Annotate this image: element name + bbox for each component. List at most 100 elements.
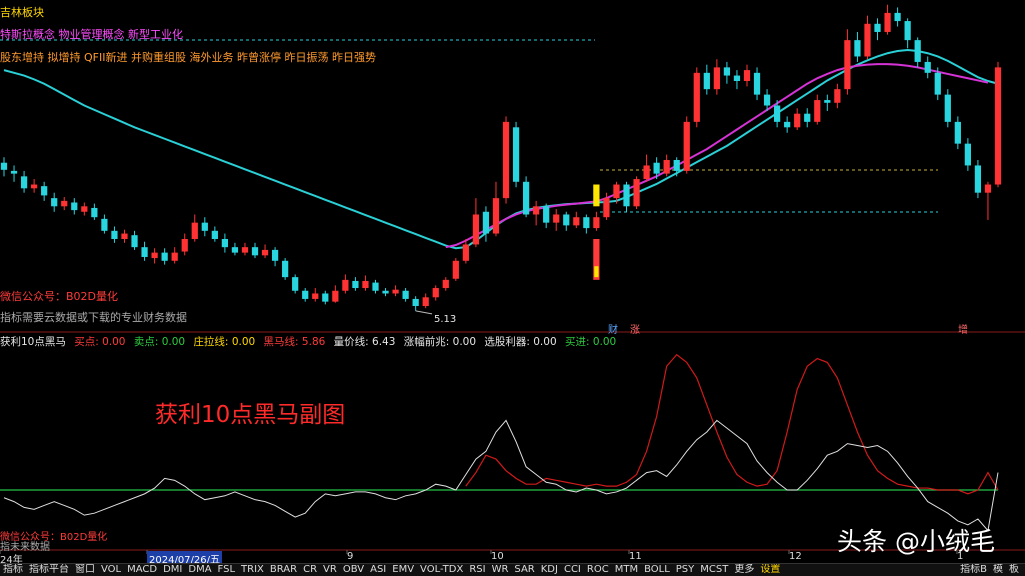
candle-body (994, 67, 1002, 185)
tab-5[interactable]: DMI (160, 564, 185, 576)
candle-body (10, 170, 18, 174)
date-label-month-9: 9 (347, 551, 354, 562)
indicator-tab-bar: 指标 指标平台 窗口 VOL MACD DMI DMA FSL TRIX BRAR CR VR OBV A… (0, 563, 1025, 576)
tab-25[interactable]: MCST (697, 564, 731, 576)
candle-body (161, 252, 168, 261)
candle-body (713, 67, 720, 90)
event-marker-increase[interactable]: 增 (958, 321, 968, 336)
tab-2[interactable]: 窗口 (72, 564, 98, 576)
date-label-month-1: 1 (957, 551, 964, 562)
tab-right-2[interactable]: 板 (1006, 564, 1022, 576)
candle-body (432, 288, 439, 298)
candle-body (663, 160, 670, 174)
stock-chart[interactable] (0, 0, 1025, 575)
candle-body (543, 206, 550, 223)
candle-body (944, 94, 951, 122)
tab-6[interactable]: DMA (185, 564, 214, 576)
candle-body (904, 21, 911, 41)
tab-1[interactable]: 指标平台 (26, 564, 72, 576)
tab-14[interactable]: EMV (389, 564, 417, 576)
tab-26[interactable]: 更多 (731, 564, 757, 576)
candle-body (342, 279, 349, 291)
candle-body (814, 100, 821, 122)
tab-7[interactable]: FSL (215, 564, 239, 576)
tab-9[interactable]: BRAR (267, 564, 300, 576)
candle-body (71, 202, 78, 211)
tab-20[interactable]: CCI (561, 564, 584, 576)
tab-24[interactable]: PSY (673, 564, 698, 576)
candle-body (974, 165, 982, 193)
candle-body (231, 247, 239, 253)
indicator-header: 获利10点黑马 买点: 0.00 卖点: 0.00 庄拉线: 0.00 黑马线:… (0, 334, 621, 349)
candle-body (894, 12, 901, 22)
candle-body (181, 239, 188, 252)
candle-body (683, 121, 690, 171)
candle-body (91, 207, 98, 218)
candle-body (723, 67, 731, 76)
wechat-note: 微信公众号：B02D量化 (0, 290, 119, 303)
candle-body (954, 121, 961, 144)
candle-body (563, 214, 570, 226)
subchart-title: 获利10点黑马副图 (155, 402, 346, 428)
candle-body (623, 184, 630, 207)
candle-body (131, 235, 138, 248)
candle-body (251, 247, 259, 256)
tab-18[interactable]: SAR (511, 564, 537, 576)
tab-17[interactable]: WR (489, 564, 512, 576)
date-label-month-12: 12 (789, 551, 802, 562)
date-label-month-10: 10 (491, 551, 504, 562)
candle-body (472, 214, 480, 245)
tab-23[interactable]: BOLL (641, 564, 673, 576)
event-marker-rise[interactable]: 涨 (630, 321, 640, 336)
candle-body (964, 143, 971, 166)
candle-body (804, 113, 811, 122)
candle-body (984, 184, 992, 193)
tab-4[interactable]: MACD (124, 564, 160, 576)
candle-body (41, 186, 48, 196)
candle-body (784, 121, 791, 128)
candle-body (141, 247, 148, 257)
tab-10[interactable]: CR (300, 564, 320, 576)
candle-body (392, 289, 399, 294)
candle-body (633, 179, 640, 207)
candle-body (794, 113, 801, 128)
candle-body (583, 217, 590, 229)
volume-price-line (3, 419, 999, 532)
tab-11[interactable]: VR (320, 564, 340, 576)
tab-22[interactable]: MTM (612, 564, 641, 576)
candle-body (201, 222, 208, 231)
data-requirement-note: 指标需要云数据或下载的专业财务数据 (0, 311, 187, 324)
candle-body (573, 217, 580, 226)
candle-body (81, 206, 88, 212)
candle-body (643, 165, 650, 180)
tab-right-0[interactable]: 指标B (957, 564, 990, 576)
candle-body (412, 298, 419, 307)
tab-19[interactable]: KDJ (538, 564, 561, 576)
low-price-annotation: 5.13 (434, 314, 457, 325)
tab-3[interactable]: VOL (98, 564, 124, 576)
candle-body (864, 23, 871, 57)
candle-body (402, 290, 409, 299)
candle-body (773, 105, 781, 122)
darkhorse-line (465, 353, 999, 495)
tab-15[interactable]: VOL-TDX (417, 564, 466, 576)
tab-0[interactable]: 指标 (0, 564, 26, 576)
tab-right-1[interactable]: 模 (990, 564, 1006, 576)
tab-12[interactable]: OBV (340, 564, 367, 576)
tab-21[interactable]: ROC (584, 564, 612, 576)
candle-body (824, 100, 831, 103)
tab-8[interactable]: TRIX (238, 564, 267, 576)
indicator-value-sell-point: 卖点: 0.00 (133, 336, 186, 348)
candle-body (753, 72, 761, 95)
candle-body (733, 75, 741, 81)
tab-13[interactable]: ASI (367, 564, 389, 576)
tab-16[interactable]: RSI (466, 564, 488, 576)
tab-27[interactable]: 设置 (757, 564, 783, 576)
candle-body (271, 249, 279, 261)
candle-body (834, 89, 841, 103)
candle-body (442, 279, 449, 289)
indicator-title[interactable]: 获利10点黑马 (0, 336, 66, 348)
candle-body (61, 200, 68, 207)
feature-tags: 股东增持 拟增持 QFII新进 并购重组股 海外业务 昨曾涨停 昨日振荡 昨日强… (0, 51, 376, 64)
candle-body (111, 230, 118, 239)
